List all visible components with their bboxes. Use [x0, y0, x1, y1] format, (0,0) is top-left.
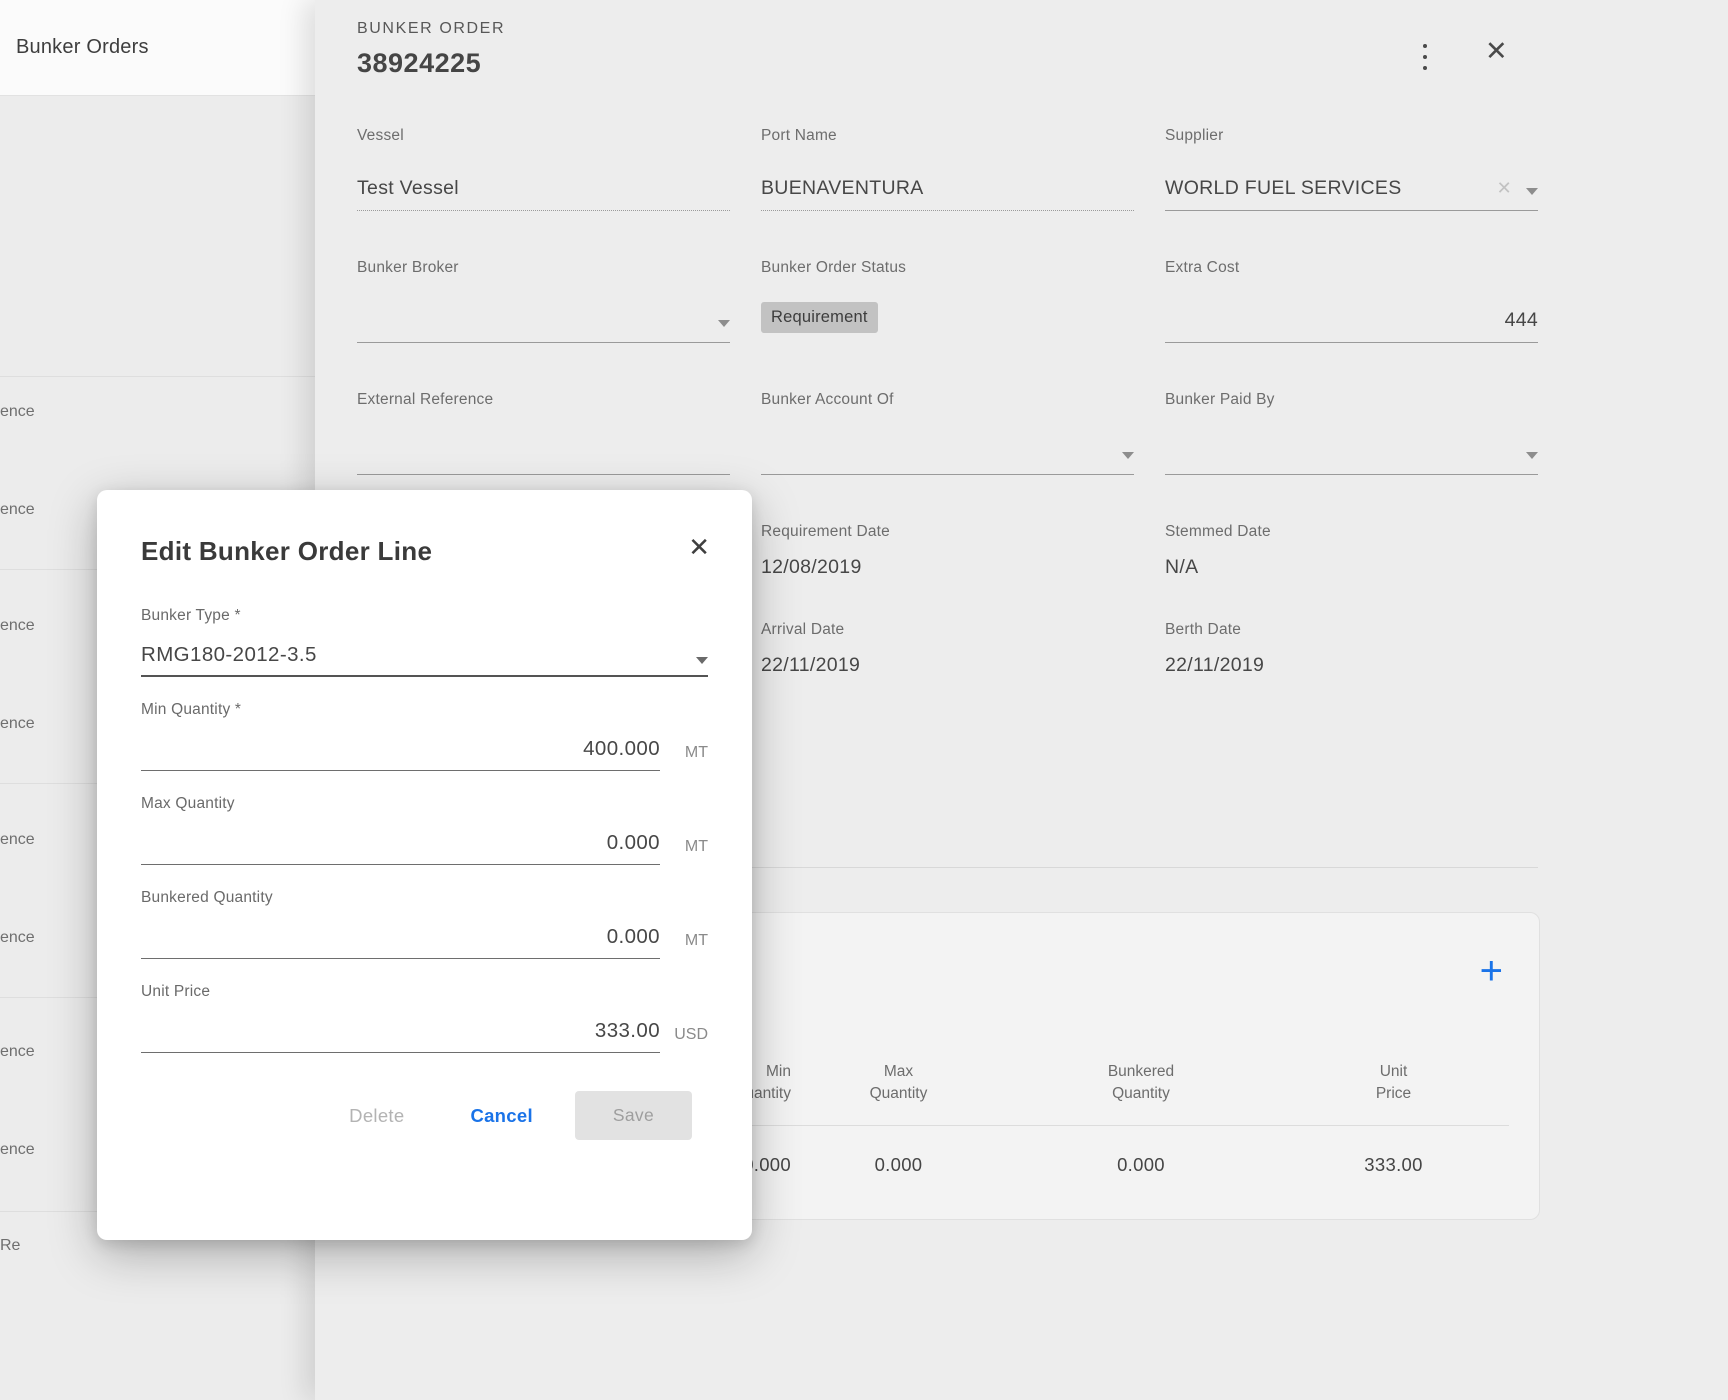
list-item[interactable]: ence	[0, 715, 35, 733]
arrival-date-field: Arrival Date 22/11/2019	[761, 621, 1134, 677]
order-status-value: Requirement	[761, 299, 1134, 343]
arrival-date-label: Arrival Date	[761, 621, 1134, 639]
order-status-label: Bunker Order Status	[761, 259, 1134, 277]
currency-suffix: USD	[660, 1026, 708, 1053]
unit-suffix: MT	[660, 932, 708, 959]
supplier-field: Supplier WORLD FUEL SERVICES ✕	[1165, 127, 1538, 211]
min-quantity-field: Min Quantity * 400.000 MT	[141, 701, 708, 771]
vessel-field: Vessel Test Vessel	[357, 127, 730, 211]
bunkered-quantity-field: Bunkered Quantity 0.000 MT	[141, 889, 708, 959]
berth-date-field: Berth Date 22/11/2019	[1165, 621, 1538, 677]
panel-kicker: BUNKER ORDER	[357, 20, 1728, 38]
delete-button[interactable]: Delete	[349, 1105, 404, 1127]
requirement-date-field: Requirement Date 12/08/2019	[761, 523, 1134, 579]
bunker-paid-by-label: Bunker Paid By	[1165, 391, 1538, 409]
max-quantity-label: Max Quantity	[141, 795, 708, 813]
supplier-select[interactable]: WORLD FUEL SERVICES ✕	[1165, 167, 1538, 211]
berth-date-label: Berth Date	[1165, 621, 1538, 639]
modal-actions: Delete Cancel Save	[141, 1091, 708, 1140]
chevron-down-icon	[1122, 452, 1134, 459]
max-quantity-field: Max Quantity 0.000 MT	[141, 795, 708, 865]
extra-cost-field: Extra Cost 444	[1165, 259, 1538, 343]
cell-max-quantity: 0.000	[791, 1154, 1006, 1176]
unit-suffix: MT	[660, 744, 708, 771]
screen: Bunker Orders ence ence ence ence ence e…	[0, 0, 1728, 1400]
unit-suffix: MT	[660, 838, 708, 865]
cell-unit-price: 333.00	[1276, 1154, 1511, 1176]
list-item[interactable]: ence	[0, 1141, 35, 1159]
stemmed-date-value: N/A	[1165, 555, 1538, 579]
bunkered-quantity-label: Bunkered Quantity	[141, 889, 708, 907]
list-item[interactable]: Re	[0, 1237, 20, 1255]
berth-date-value: 22/11/2019	[1165, 653, 1538, 677]
external-reference-input[interactable]	[357, 431, 730, 475]
column-header-unit-price: UnitPrice	[1276, 1061, 1511, 1105]
page-title: Bunker Orders	[16, 36, 149, 59]
list-item[interactable]: ence	[0, 403, 35, 421]
bunker-type-field: Bunker Type * RMG180-2012-3.5	[141, 607, 708, 677]
bunker-type-select[interactable]: RMG180-2012-3.5	[141, 641, 708, 677]
order-id: 38924225	[357, 48, 1728, 79]
external-reference-field: External Reference	[357, 391, 730, 475]
bunker-type-label: Bunker Type *	[141, 607, 708, 625]
bunker-broker-field: Bunker Broker	[357, 259, 730, 343]
supplier-label: Supplier	[1165, 127, 1538, 145]
unit-price-input[interactable]: 333.00 USD	[141, 1017, 708, 1053]
clear-icon[interactable]: ✕	[1497, 178, 1526, 200]
panel-header: BUNKER ORDER 38924225	[315, 0, 1728, 79]
chevron-down-icon	[718, 320, 730, 327]
list-item[interactable]: ence	[0, 501, 35, 519]
vessel-label: Vessel	[357, 127, 730, 145]
chevron-down-icon	[1526, 188, 1538, 195]
bunkered-quantity-input[interactable]: 0.000 MT	[141, 923, 708, 959]
list-item[interactable]: ence	[0, 1043, 35, 1061]
requirement-date-label: Requirement Date	[761, 523, 1134, 541]
cell-bunkered-quantity: 0.000	[1006, 1154, 1276, 1176]
requirement-date-value: 12/08/2019	[761, 555, 1134, 579]
external-reference-label: External Reference	[357, 391, 730, 409]
chevron-down-icon	[696, 657, 708, 664]
bunker-broker-select[interactable]	[357, 299, 730, 343]
port-name-input[interactable]: BUENAVENTURA	[761, 167, 1134, 211]
list-item[interactable]: ence	[0, 929, 35, 947]
status-badge: Requirement	[761, 302, 878, 333]
cancel-button[interactable]: Cancel	[470, 1105, 532, 1127]
bunker-account-of-select[interactable]	[761, 431, 1134, 475]
max-quantity-input[interactable]: 0.000 MT	[141, 829, 708, 865]
unit-price-label: Unit Price	[141, 983, 708, 1001]
port-name-label: Port Name	[761, 127, 1134, 145]
column-header-bunkered-quantity: BunkeredQuantity	[1006, 1061, 1276, 1105]
port-name-field: Port Name BUENAVENTURA	[761, 127, 1134, 211]
stemmed-date-label: Stemmed Date	[1165, 523, 1538, 541]
save-button[interactable]: Save	[575, 1091, 692, 1140]
kebab-menu-icon[interactable]	[1415, 44, 1435, 70]
stemmed-date-field: Stemmed Date N/A	[1165, 523, 1538, 579]
panel-close-icon[interactable]: ✕	[1485, 38, 1508, 65]
unit-price-field: Unit Price 333.00 USD	[141, 983, 708, 1053]
bunker-paid-by-select[interactable]	[1165, 431, 1538, 475]
bunker-paid-by-field: Bunker Paid By	[1165, 391, 1538, 475]
order-status-field: Bunker Order Status Requirement	[761, 259, 1134, 343]
edit-bunker-order-line-modal: ✕ Edit Bunker Order Line Bunker Type * R…	[97, 490, 752, 1240]
list-item[interactable]: ence	[0, 831, 35, 849]
bunker-account-of-label: Bunker Account Of	[761, 391, 1134, 409]
modal-close-icon[interactable]: ✕	[688, 534, 710, 560]
vessel-input[interactable]: Test Vessel	[357, 167, 730, 211]
extra-cost-label: Extra Cost	[1165, 259, 1538, 277]
bunker-broker-label: Bunker Broker	[357, 259, 730, 277]
list-item[interactable]: ence	[0, 617, 35, 635]
min-quantity-input[interactable]: 400.000 MT	[141, 735, 708, 771]
background-page-header: Bunker Orders	[0, 0, 315, 96]
add-line-button[interactable]: +	[1480, 951, 1503, 991]
min-quantity-label: Min Quantity *	[141, 701, 708, 719]
chevron-down-icon	[1526, 452, 1538, 459]
extra-cost-input[interactable]: 444	[1165, 299, 1538, 343]
column-header-max-quantity: MaxQuantity	[791, 1061, 1006, 1105]
bunker-account-of-field: Bunker Account Of	[761, 391, 1134, 475]
modal-title: Edit Bunker Order Line	[141, 490, 708, 567]
arrival-date-value: 22/11/2019	[761, 653, 1134, 677]
